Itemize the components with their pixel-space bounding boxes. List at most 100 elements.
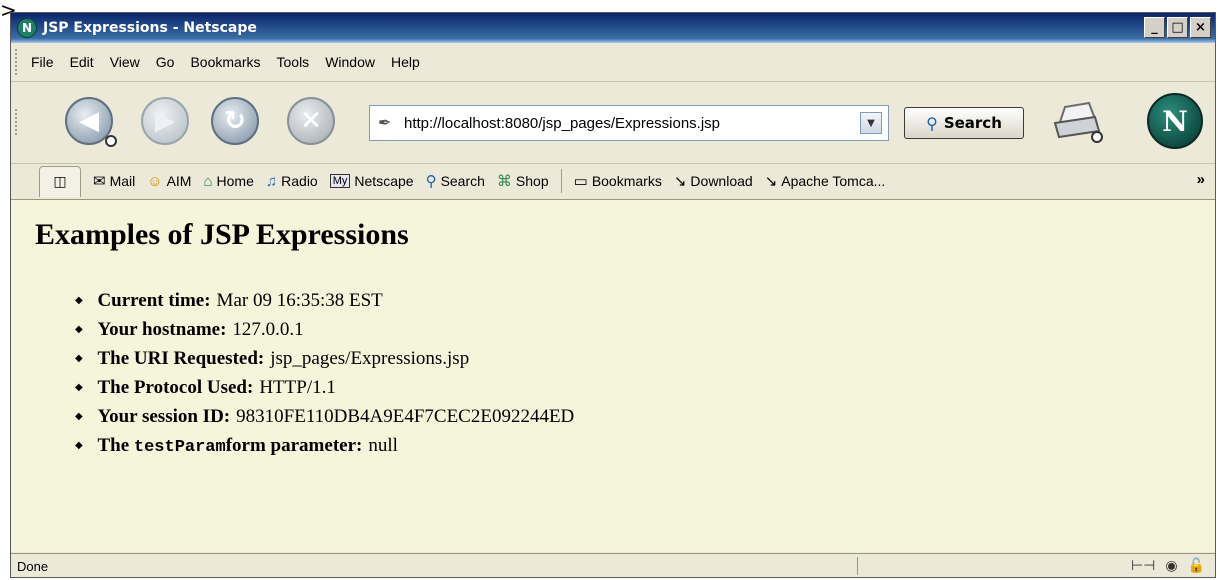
toolbar-item-label: Download xyxy=(690,173,753,189)
title-bar[interactable]: N JSP Expressions - Netscape _ □ × xyxy=(11,13,1215,43)
page-heading: Examples of JSP Expressions xyxy=(35,218,409,251)
menu-view[interactable]: View xyxy=(110,54,140,70)
page-proxy-icon[interactable]: ✒ xyxy=(378,114,396,132)
navigation-toolbar: ◀ ▶ ↻ ✕ ✒ ▼ ⚲ Search N xyxy=(11,81,1215,164)
dropdown-arrow-icon: ▼ xyxy=(867,117,875,129)
bookmark-download[interactable]: ↘ Download xyxy=(674,172,753,190)
item-label: Your session ID: xyxy=(97,406,231,427)
toolbar-item-label: AIM xyxy=(166,173,192,189)
maximize-button[interactable]: □ xyxy=(1167,17,1188,38)
search-button[interactable]: ⚲ Search xyxy=(904,107,1024,139)
stop-icon: ✕ xyxy=(300,106,322,136)
url-history-dropdown[interactable]: ▼ xyxy=(860,112,882,134)
status-bar: Done ⊢⊣ ◉ 🔓 xyxy=(11,553,1215,578)
toolbar-item-my-netscape[interactable]: My Netscape xyxy=(329,173,414,189)
search-button-label: Search xyxy=(943,114,1002,132)
toolbar-grip-icon[interactable] xyxy=(15,109,25,135)
item-label-prefix: The xyxy=(97,435,130,456)
toolbar-item-home[interactable]: ⌂ Home xyxy=(203,173,253,190)
toolbar-item-label: Shop xyxy=(515,173,549,189)
reload-button[interactable]: ↻ xyxy=(211,97,259,145)
menu-bookmarks[interactable]: Bookmarks xyxy=(190,54,260,70)
toolbar-item-radio[interactable]: ♫ Radio xyxy=(266,173,318,190)
forward-button[interactable]: ▶ xyxy=(141,97,189,145)
search-icon: ⚲ xyxy=(425,173,437,190)
unlocked-padlock-icon[interactable]: 🔓 xyxy=(1188,558,1205,574)
menu-edit[interactable]: Edit xyxy=(70,54,94,70)
magnifier-icon: ⚲ xyxy=(926,113,938,133)
item-value: 98310FE110DB4A9E4F7CEC2E092244ED xyxy=(236,406,575,427)
window-controls: _ □ × xyxy=(1144,17,1211,38)
list-item: The testParamform parameter:null xyxy=(75,431,574,460)
bookmark-icon: ↘ xyxy=(673,173,687,190)
print-icon[interactable] xyxy=(1051,99,1105,143)
list-item: The Protocol Used:HTTP/1.1 xyxy=(75,373,574,402)
bookmarks-folder[interactable]: ▭ Bookmarks xyxy=(574,172,662,190)
shop-icon: ⌘ xyxy=(496,173,512,190)
minimize-button[interactable]: _ xyxy=(1144,17,1165,38)
menu-go[interactable]: Go xyxy=(156,54,175,70)
menu-bar: File Edit View Go Bookmarks Tools Window… xyxy=(11,43,1215,82)
netscape-logo-icon[interactable]: N xyxy=(1147,93,1203,149)
my-netscape-icon: My xyxy=(329,174,351,188)
page-content: Examples of JSP Expressions Current time… xyxy=(11,200,1215,552)
url-input[interactable] xyxy=(402,113,826,133)
aim-icon: ☺ xyxy=(147,172,163,190)
personal-toolbar: ◫ ✉ Mail ☺ AIM ⌂ Home ♫ Radio My Netscap… xyxy=(11,163,1215,200)
toolbar-grip-icon[interactable] xyxy=(15,49,25,75)
connection-icon[interactable]: ⊢⊣ xyxy=(1131,558,1155,574)
item-value: jsp_pages/Expressions.jsp xyxy=(270,348,470,369)
folder-icon: ▭ xyxy=(573,173,588,190)
status-progress-panel xyxy=(857,557,1054,575)
item-value: Mar 09 16:35:38 EST xyxy=(216,290,383,311)
close-button[interactable]: × xyxy=(1190,17,1211,38)
toolbar-item-label: Home xyxy=(216,173,254,189)
url-bar[interactable]: ✒ ▼ xyxy=(369,105,889,141)
browser-window: N JSP Expressions - Netscape _ □ × File … xyxy=(10,12,1216,578)
item-label: Current time: xyxy=(97,290,211,311)
item-label: The URI Requested: xyxy=(97,348,265,369)
item-label-suffix: form parameter: xyxy=(225,435,363,456)
toolbar-item-aim[interactable]: ☺ AIM xyxy=(147,173,191,190)
toolbar-item-label: Bookmarks xyxy=(591,173,662,189)
list-item: Current time:Mar 09 16:35:38 EST xyxy=(75,286,574,315)
stop-button[interactable]: ✕ xyxy=(287,97,335,145)
item-label: Your hostname: xyxy=(97,319,227,340)
reload-icon: ↻ xyxy=(224,106,246,136)
sidebar-tab-icon[interactable]: ◫ xyxy=(39,165,81,197)
menu-tools[interactable]: Tools xyxy=(277,54,310,70)
status-icons: ⊢⊣ ◉ 🔓 xyxy=(1131,554,1205,578)
toolbar-item-label: Apache Tomca... xyxy=(781,173,886,189)
home-icon: ⌂ xyxy=(203,172,213,190)
list-item: The URI Requested:jsp_pages/Expressions.… xyxy=(75,344,574,373)
status-text: Done xyxy=(17,558,49,574)
menu-window[interactable]: Window xyxy=(325,54,375,70)
info-list: Current time:Mar 09 16:35:38 EST Your ho… xyxy=(75,286,574,460)
menu-file[interactable]: File xyxy=(31,54,54,70)
mail-icon: ✉ xyxy=(93,173,106,190)
radio-icon: ♫ xyxy=(265,172,278,190)
security-eye-icon[interactable]: ◉ xyxy=(1165,558,1177,574)
toolbar-item-label: Mail xyxy=(109,173,136,189)
toolbar-item-shop[interactable]: ⌘ Shop xyxy=(497,172,549,190)
menu-help[interactable]: Help xyxy=(391,54,420,70)
netscape-icon: N xyxy=(17,18,37,38)
item-value: 127.0.0.1 xyxy=(232,319,304,340)
list-item: Your hostname:127.0.0.1 xyxy=(75,315,574,344)
item-label-code: testParam xyxy=(133,438,226,457)
toolbar-item-label: Radio xyxy=(281,173,318,189)
item-value: HTTP/1.1 xyxy=(259,377,336,398)
toolbar-separator xyxy=(560,169,562,193)
window-title: JSP Expressions - Netscape xyxy=(43,20,257,36)
toolbar-item-mail[interactable]: ✉ Mail xyxy=(93,172,135,190)
bookmark-icon: ↘ xyxy=(764,173,778,190)
back-history-dropdown-icon[interactable] xyxy=(105,135,117,147)
toolbar-item-search[interactable]: ⚲ Search xyxy=(426,172,485,190)
bookmark-apache-tomcat[interactable]: ↘ Apache Tomca... xyxy=(765,172,886,190)
item-label: The Protocol Used: xyxy=(97,377,254,398)
chevron-more-icon[interactable]: » xyxy=(1197,171,1205,188)
item-value: null xyxy=(368,435,398,456)
toolbar-item-label: Netscape xyxy=(354,173,414,189)
toolbar-item-label: Search xyxy=(440,173,485,189)
list-item: Your session ID:98310FE110DB4A9E4F7CEC2E… xyxy=(75,402,574,431)
